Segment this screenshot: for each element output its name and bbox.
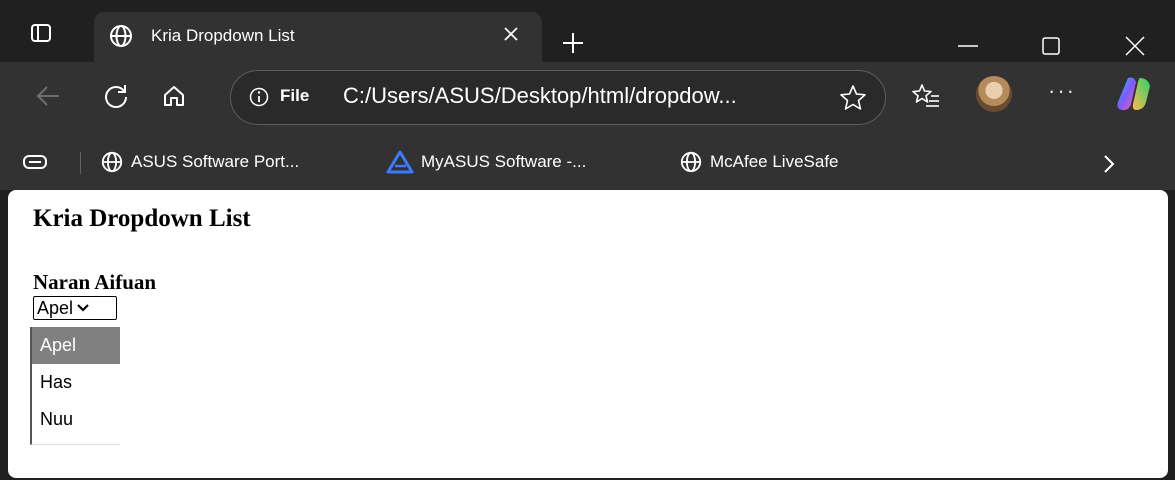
globe-icon [680, 151, 702, 173]
active-tab[interactable]: Kria Dropdown List [94, 12, 542, 62]
home-icon [164, 86, 184, 106]
globe-icon [101, 151, 123, 173]
ellipsis-icon: ··· [1048, 78, 1076, 103]
tab-actions-button[interactable] [22, 14, 60, 52]
address-bar[interactable]: File C:/Users/ASUS/Desktop/html/dropdow.… [230, 70, 886, 125]
close-icon [1125, 36, 1145, 56]
page-heading: Kria Dropdown List [33, 205, 251, 232]
fruit-select-label: Naran Aifuan [33, 270, 157, 294]
page-content: Kria Dropdown List Naran Aifuan Apel Ape… [8, 190, 1168, 478]
bookmark-label: ASUS Software Port... [131, 152, 300, 171]
close-icon [504, 27, 518, 41]
dropdown-options-list: Apel Has Nuu [30, 327, 120, 445]
collections-icon [23, 155, 47, 169]
tab-strip: Kria Dropdown List [0, 0, 1175, 62]
minimize-button[interactable] [948, 28, 988, 64]
tab-title: Kria Dropdown List [151, 26, 295, 45]
bookmark-label: MyASUS Software -... [421, 152, 587, 171]
arrow-left-icon [36, 86, 59, 106]
more-menu-button[interactable]: ··· [1048, 78, 1076, 104]
new-tab-button[interactable] [558, 28, 588, 58]
minimize-icon [958, 45, 978, 47]
copilot-icon[interactable] [1114, 74, 1154, 114]
bookmark-label: McAfee LiveSafe [710, 152, 839, 171]
tab-close-button[interactable] [499, 22, 523, 46]
back-button[interactable] [30, 78, 66, 114]
maximize-icon [1042, 37, 1060, 55]
dropdown-option[interactable]: Has [32, 364, 120, 401]
maximize-button[interactable] [1031, 28, 1071, 64]
chevron-down-icon [77, 304, 89, 312]
favorites-button[interactable] [908, 78, 944, 114]
bookmark-asus-software-portal[interactable]: ASUS Software Port... [100, 144, 299, 180]
refresh-icon [105, 85, 127, 108]
fruit-select[interactable]: Apel [33, 296, 117, 320]
info-icon [249, 87, 269, 107]
favorites-bar-divider [80, 152, 81, 174]
favorite-star-icon[interactable] [839, 84, 867, 112]
profile-avatar[interactable] [976, 76, 1012, 112]
site-info-label: File [280, 86, 310, 105]
home-button[interactable] [156, 78, 192, 114]
refresh-button[interactable] [98, 78, 134, 114]
plus-icon [563, 33, 583, 53]
url-text: C:/Users/ASUS/Desktop/html/dropdow... [343, 83, 737, 108]
chevron-right-icon[interactable] [1102, 154, 1116, 174]
select-value: Apel [37, 297, 74, 318]
myasus-logo-icon [386, 150, 414, 174]
favorites-bar: ASUS Software Port... MyASUS Software -.… [0, 134, 1175, 190]
collections-button[interactable] [22, 144, 55, 180]
navigation-toolbar: File C:/Users/ASUS/Desktop/html/dropdow.… [0, 62, 1175, 134]
dropdown-option[interactable]: Apel [32, 327, 120, 364]
favorites-list-icon [912, 84, 939, 107]
bookmark-mcafee-livesafe[interactable]: McAfee LiveSafe [679, 144, 839, 180]
globe-icon [110, 25, 132, 47]
tab-actions-icon [31, 24, 51, 42]
dropdown-option[interactable]: Nuu [32, 401, 120, 438]
bookmark-myasus-software[interactable]: MyASUS Software -... [386, 144, 586, 180]
window-close-button[interactable] [1115, 28, 1155, 64]
